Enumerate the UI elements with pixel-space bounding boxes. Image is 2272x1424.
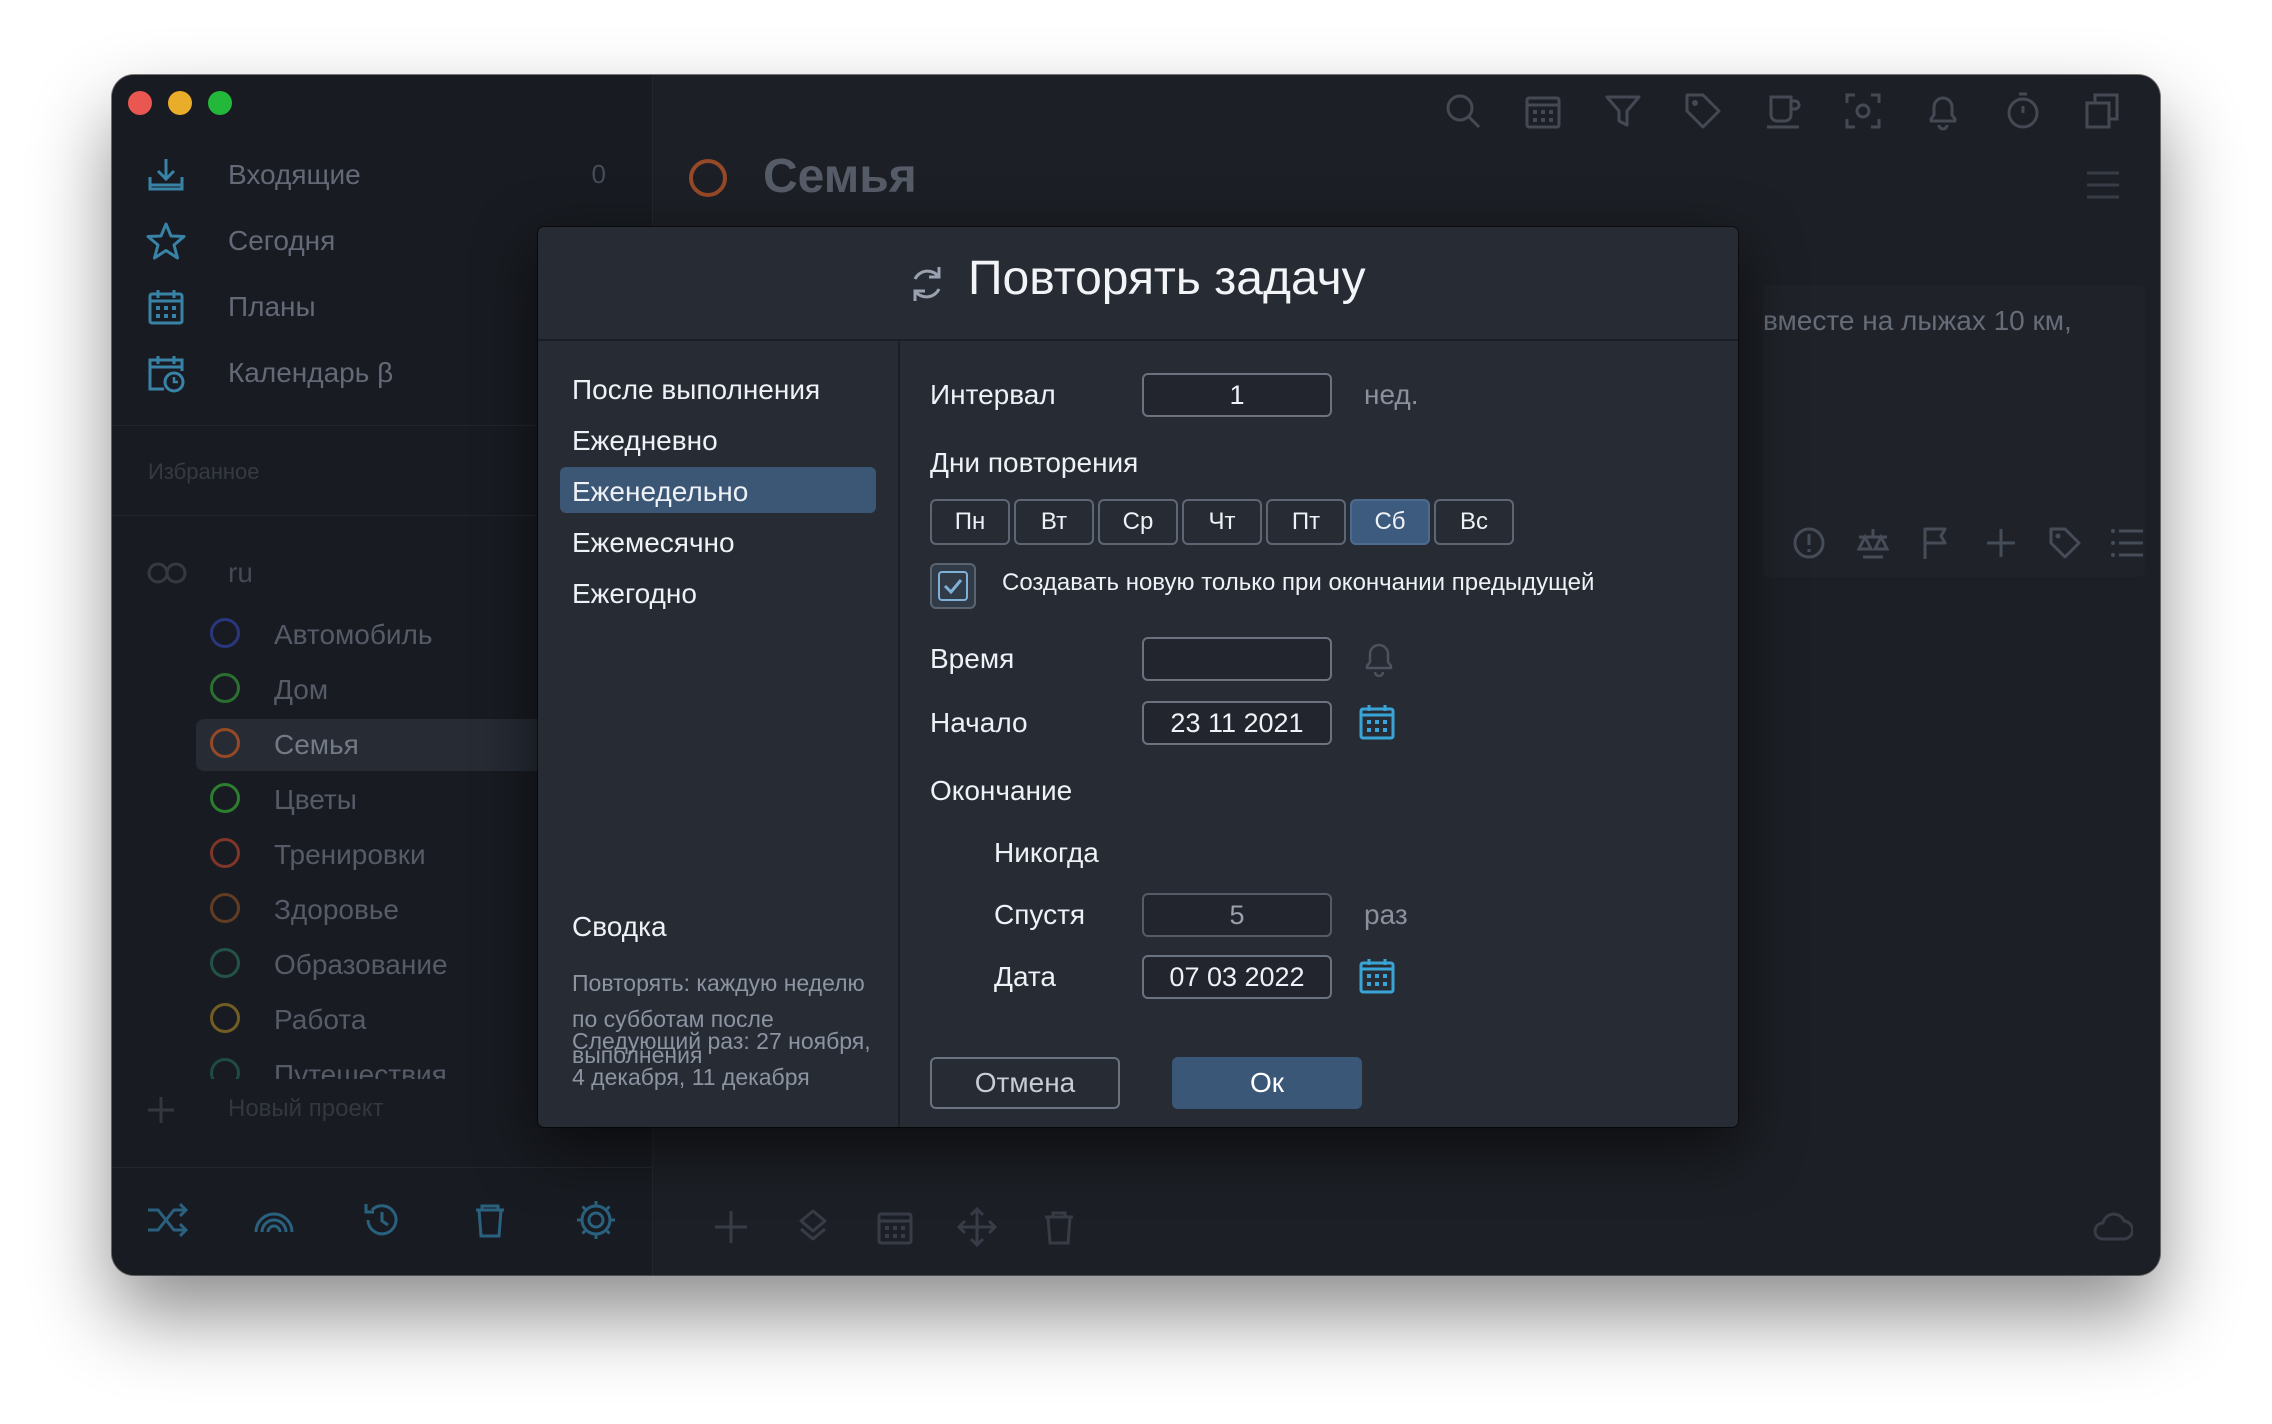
repeat-type-label: Ежегодно <box>572 578 697 609</box>
occurrences-unit: раз <box>1364 899 1408 930</box>
cancel-button[interactable]: Отмена <box>930 1057 1120 1109</box>
repeat-type-label: После выполнения <box>572 374 821 405</box>
repeat-type-daily[interactable]: Ежедневно <box>560 416 876 462</box>
repeat-type-monthly[interactable]: Ежемесячно <box>560 518 876 564</box>
repeat-type-list: После выполнения Ежедневно Еженедельно Е… <box>538 341 900 1127</box>
repeat-type-yearly[interactable]: Ежегодно <box>560 569 876 615</box>
next-occurrence-text: Следующий раз: 27 ноября, 4 декабря, 11 … <box>572 1028 871 1090</box>
day-sun-button[interactable]: Вс <box>1434 499 1514 545</box>
repeat-type-after-completion[interactable]: После выполнения <box>560 365 876 411</box>
repeat-type-label: Ежедневно <box>572 425 718 456</box>
repeat-settings: Интервал 1 нед. Дни повторения Пн Вт Ср … <box>900 341 1738 1127</box>
summary-heading: Сводка <box>572 911 667 942</box>
repeat-icon <box>913 267 941 301</box>
repeat-type-label: Ежемесячно <box>572 527 735 558</box>
app-window: Входящие 0 Сегодня Планы Календарь β Изб… <box>112 75 2160 1275</box>
ok-button[interactable]: Ок <box>1172 1057 1362 1109</box>
repeat-task-dialog: Повторять задачу После выполнения Ежедне… <box>538 227 1738 1127</box>
dialog-actions: Отмена Ок <box>930 341 1370 1127</box>
repeat-type-weekly[interactable]: Еженедельно <box>560 467 876 513</box>
dialog-title: Повторять задачу <box>968 252 1366 305</box>
dialog-header: Повторять задачу <box>538 227 1738 341</box>
repeat-type-label: Еженедельно <box>572 476 749 507</box>
